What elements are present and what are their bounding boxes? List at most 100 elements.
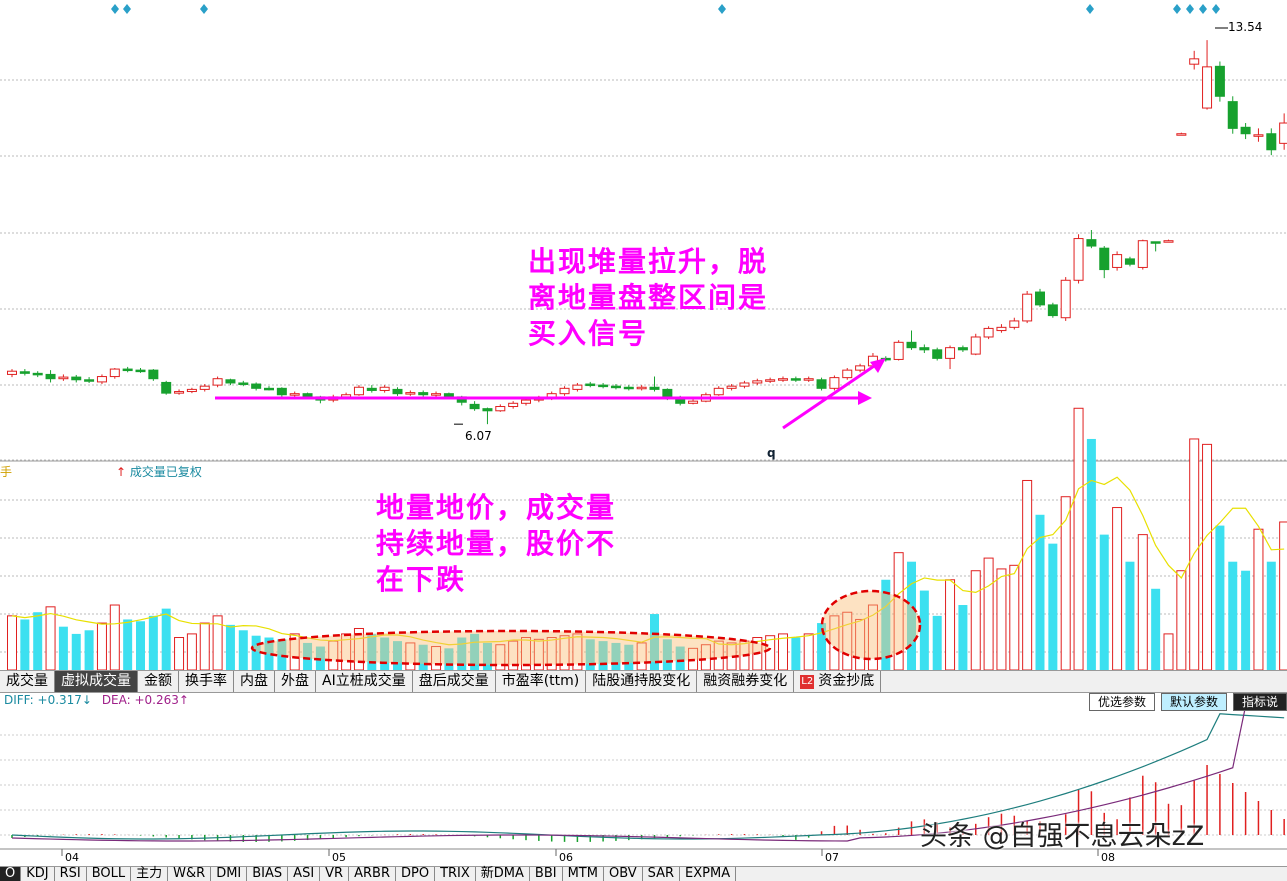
candle-body [894,342,903,359]
optimized-params-button[interactable]: 优选参数 [1089,693,1155,711]
volume-surge-ellipse [822,591,920,659]
tab-margin-change[interactable]: 融资融券变化 [697,671,794,692]
tab-vr[interactable]: VR [320,867,349,881]
diff-value: DIFF: +0.317↓ [4,693,92,707]
candle-body [791,379,800,381]
candle-body [367,388,376,390]
volume-bar [97,623,106,670]
volume-bar [239,630,248,670]
volume-bar [920,591,929,670]
volume-bar [1254,529,1263,670]
signal-diamond-icon [1186,4,1194,14]
volume-bar [1023,480,1032,670]
tab-fund-bottom[interactable]: L2资金抄底 [794,671,881,692]
candle-body [483,409,492,411]
candle-body [33,373,42,375]
candle-body [611,386,620,388]
candle-body [599,385,608,387]
param-buttons: 优选参数 默认参数 指标说 [1083,693,1287,711]
candle-body [46,374,55,378]
candle-body [624,387,633,389]
candle-body [380,387,389,390]
tab-rsi[interactable]: RSI [55,867,87,881]
tab-dmi[interactable]: DMI [211,867,247,881]
volume-bar [187,634,196,670]
tab-asi[interactable]: ASI [288,867,320,881]
candle-body [252,384,261,388]
volume-bar [136,621,145,670]
tab-macd[interactable]: O [0,867,21,881]
tab-kdj[interactable]: KDJ [21,867,54,881]
range-arrowhead-icon [858,391,872,405]
candle-body [933,350,942,359]
candle-body [1228,102,1237,129]
candle-body [958,348,967,350]
candle-body [265,388,274,390]
volume-bar [984,558,993,670]
volume-bar [1215,526,1224,670]
candle-body [20,372,29,374]
candle-body [740,383,749,386]
candle-body [997,327,1006,330]
tab-outer[interactable]: 外盘 [275,671,316,692]
tab-virtual-volume[interactable]: 虚拟成交量 [55,671,138,692]
tab-bias[interactable]: BIAS [247,867,288,881]
tab-pe-ttm[interactable]: 市盈率(ttm) [496,671,587,692]
volume-unit-mark: 手 [0,463,12,480]
default-params-button[interactable]: 默认参数 [1161,693,1227,711]
tab-arbr[interactable]: ARBR [349,867,396,881]
candle-body [984,328,993,337]
volume-bar [175,638,184,670]
volume-bar [997,569,1006,670]
volume-bar [1061,497,1070,670]
volume-bar [1048,544,1057,670]
candle-body [509,403,518,406]
candle-body [650,387,659,389]
signal-diamond-icon [1086,4,1094,14]
candle-body [1280,123,1287,143]
tab-volume[interactable]: 成交量 [0,671,55,692]
candle-body [522,400,531,403]
candle-body [637,387,646,389]
tab-mtm[interactable]: MTM [563,867,604,881]
volume-bar [1087,439,1096,670]
candle-body [817,380,826,389]
tab-expma[interactable]: EXPMA [680,867,736,881]
volume-bar [8,616,17,670]
tab-dpo[interactable]: DPO [396,867,435,881]
tab-amount[interactable]: 金额 [138,671,179,692]
candle-body [59,377,68,379]
low-price-label: 6.07 [465,429,492,443]
tab-after-hours-volume[interactable]: 盘后成交量 [413,671,496,692]
tab-inner[interactable]: 内盘 [234,671,275,692]
tab-bbi[interactable]: BBI [530,867,563,881]
candle-body [1074,239,1083,281]
tab-main-force[interactable]: 主力 [131,867,168,881]
candle-body [689,401,698,403]
candle-body [586,384,595,386]
tab-sar[interactable]: SAR [643,867,680,881]
volume-bar [1241,571,1250,670]
candle-body [162,382,171,393]
volume-bar [791,638,800,670]
candle-body [419,393,428,395]
candle-body [149,370,158,379]
volume-bar [85,630,94,670]
tab-northbound-holding[interactable]: 陆股通持股变化 [586,671,697,692]
volume-bar [1228,562,1237,670]
tab-obv[interactable]: OBV [604,867,643,881]
volume-bar [162,609,171,670]
candle-body [1241,127,1250,133]
tab-ai-volume[interactable]: AI立桩成交量 [316,671,413,692]
volume-bar [72,634,81,670]
indicator-help-button[interactable]: 指标说 [1233,693,1287,711]
volume-bar [226,625,235,670]
tab-boll[interactable]: BOLL [87,867,131,881]
watermark: 头条 @自强不息云朵zZ [920,814,1204,853]
tab-turnover[interactable]: 换手率 [179,671,234,692]
tab-wr[interactable]: W&R [168,867,211,881]
candle-body [1151,242,1160,244]
tab-trix[interactable]: TRIX [435,867,476,881]
signal-diamond-icon [1199,4,1207,14]
tab-new-dma[interactable]: 新DMA [476,867,530,881]
